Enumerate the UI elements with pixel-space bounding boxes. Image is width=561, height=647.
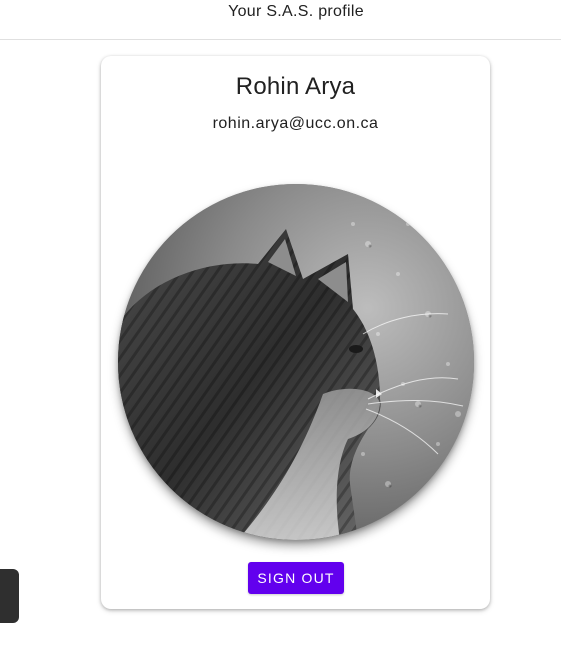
profile-card: Rohin Arya rohin.arya@ucc.on.ca SIGN OUT [101, 56, 490, 609]
profile-name: Rohin Arya [235, 73, 356, 100]
side-panel-toggle[interactable] [0, 569, 19, 623]
sign-out-button[interactable]: SIGN OUT [248, 562, 344, 594]
avatar-image [118, 184, 474, 540]
app-header: Your S.A.S. profile [0, 0, 561, 40]
profile-email: rohin.arya@ucc.on.ca [212, 115, 379, 132]
page-title: Your S.A.S. profile [228, 3, 364, 20]
avatar [118, 184, 474, 540]
